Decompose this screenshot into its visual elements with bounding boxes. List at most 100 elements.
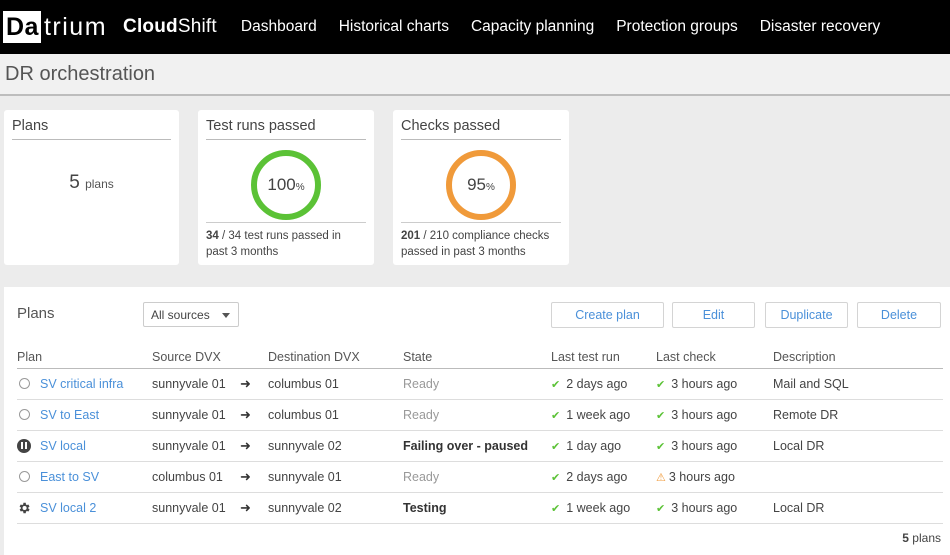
check-icon: ✔: [551, 440, 561, 453]
table-row[interactable]: SV local sunnyvale 01 ➜ sunnyvale 02 Failing…: [17, 430, 943, 462]
ring-percent-sign: %: [295, 182, 305, 193]
source-dvx: sunnyvale 01: [152, 368, 240, 400]
plan-state: Testing: [403, 492, 551, 524]
column-header-plan[interactable]: Plan: [17, 347, 152, 369]
destination-dvx: columbus 01: [268, 368, 403, 400]
check-icon: ✔: [551, 471, 561, 484]
nav-historical-charts[interactable]: Historical charts: [339, 18, 449, 36]
card-footer: 201 / 210 compliance checks passed in pa…: [401, 222, 561, 260]
plan-description: [773, 461, 943, 493]
column-header-description[interactable]: Description: [773, 347, 943, 369]
last-check-cell: ✔ 3 hours ago: [656, 368, 773, 400]
product-name-bold: Cloud: [123, 16, 178, 37]
nav-dashboard[interactable]: Dashboard: [241, 18, 317, 36]
plan-description: Local DR: [773, 430, 943, 462]
panel-title: Plans: [17, 305, 55, 322]
arrow-right-icon: ➜: [240, 461, 268, 493]
card-title: Plans: [12, 118, 171, 140]
test-runs-ring: 100%: [251, 150, 321, 220]
gear-icon[interactable]: [17, 501, 31, 515]
plan-name-link[interactable]: SV local 2: [40, 501, 96, 515]
last-check-cell: ✔ 3 hours ago: [656, 430, 773, 462]
arrow-right-icon: ➜: [240, 399, 268, 431]
circle-icon[interactable]: [17, 408, 31, 422]
nav-protection-groups[interactable]: Protection groups: [616, 18, 738, 36]
column-header-last-check[interactable]: Last check: [656, 347, 773, 369]
top-nav-bar: Da trium CloudShift Dashboard Historical…: [0, 0, 950, 54]
ring-percent-sign: %: [486, 182, 495, 193]
footer-text: / 210 compliance checks: [420, 230, 550, 242]
pause-icon[interactable]: [17, 438, 31, 453]
plans-count-unit: plans: [85, 177, 114, 191]
plans-table: Plan Source DVX Destination DVX State La…: [17, 347, 943, 524]
check-icon: ✔: [551, 378, 561, 391]
checks-ring: 95%: [446, 150, 516, 220]
table-header-row: Plan Source DVX Destination DVX State La…: [17, 347, 943, 369]
plan-name-link[interactable]: SV to East: [40, 408, 99, 422]
arrow-right-icon: ➜: [240, 492, 268, 524]
check-icon: ✔: [656, 378, 666, 391]
create-plan-button[interactable]: Create plan: [551, 302, 664, 328]
column-header-state[interactable]: State: [403, 347, 551, 369]
plan-state: Failing over - paused: [403, 430, 551, 462]
last-check: 3 hours ago: [671, 438, 738, 453]
table-row[interactable]: SV critical infra sunnyvale 01 ➜ columbus 0…: [17, 368, 943, 400]
column-header-source[interactable]: Source DVX: [152, 347, 268, 369]
source-filter-dropdown[interactable]: All sources: [143, 302, 239, 327]
last-test-run: 1 week ago: [566, 500, 631, 515]
passed-count: 201: [401, 230, 421, 242]
plans-total-count: 5: [902, 531, 909, 545]
check-icon: ✔: [656, 409, 666, 422]
destination-dvx: sunnyvale 01: [268, 461, 403, 493]
table-row[interactable]: East to SV columbus 01 ➜ sunnyvale 01 Ready ✔…: [17, 461, 943, 493]
checks-card: Checks passed 95% 201 / 210 compliance c…: [393, 110, 569, 265]
plan-state: Ready: [403, 399, 551, 431]
last-test-run: 1 week ago: [566, 407, 631, 422]
source-dvx: sunnyvale 01: [152, 492, 240, 524]
last-test-run-cell: ✔ 2 days ago: [551, 461, 656, 493]
circle-icon[interactable]: [17, 377, 31, 391]
warning-icon: ⚠: [656, 471, 666, 484]
arrow-right-icon: ➜: [240, 368, 268, 400]
last-test-run-cell: ✔ 1 day ago: [551, 430, 656, 462]
last-check-cell: ⚠ 3 hours ago: [656, 461, 773, 493]
duplicate-button[interactable]: Duplicate: [765, 302, 848, 328]
plan-state: Ready: [403, 461, 551, 493]
source-dvx: columbus 01: [152, 461, 240, 493]
plan-cell: SV critical infra: [17, 368, 152, 400]
page-header: DR orchestration: [0, 54, 950, 96]
circle-icon[interactable]: [17, 470, 31, 484]
edit-button[interactable]: Edit: [672, 302, 755, 328]
source-dvx: sunnyvale 01: [152, 430, 240, 462]
table-row[interactable]: SV local 2 sunnyvale 01 ➜ sunnyvale 02 Testi…: [17, 492, 943, 524]
table-row[interactable]: SV to East sunnyvale 01 ➜ columbus 01 Ready ✔…: [17, 399, 943, 431]
plans-total: 5 plans: [902, 531, 941, 545]
plan-state: Ready: [403, 368, 551, 400]
logo-mark: Da: [3, 11, 41, 43]
last-test-run: 2 days ago: [566, 376, 628, 391]
product-name: CloudShift: [123, 16, 217, 38]
last-test-run: 2 days ago: [566, 469, 628, 484]
logo-text: trium: [43, 12, 108, 41]
plan-name-link[interactable]: SV critical infra: [40, 377, 123, 391]
arrow-right-icon: ➜: [240, 430, 268, 462]
main-nav: Dashboard Historical charts Capacity pla…: [241, 18, 902, 36]
check-icon: ✔: [656, 440, 666, 453]
nav-capacity-planning[interactable]: Capacity planning: [471, 18, 594, 36]
plan-name-link[interactable]: East to SV: [40, 470, 99, 484]
destination-dvx: sunnyvale 02: [268, 430, 403, 462]
datrium-logo[interactable]: Da trium: [3, 10, 107, 44]
column-header-last-test-run[interactable]: Last test run: [551, 347, 656, 369]
plan-cell: SV to East: [17, 399, 152, 431]
plan-name-link[interactable]: SV local: [40, 439, 86, 453]
plan-cell: SV local: [17, 430, 152, 462]
column-header-destination[interactable]: Destination DVX: [268, 347, 403, 369]
product-name-rest: Shift: [177, 16, 217, 37]
footer-text-2: passed in past 3 months: [401, 246, 526, 258]
last-test-run-cell: ✔ 1 week ago: [551, 492, 656, 524]
plans-total-unit: plans: [908, 531, 941, 545]
nav-disaster-recovery[interactable]: Disaster recovery: [760, 18, 881, 36]
delete-button[interactable]: Delete: [857, 302, 941, 328]
chevron-down-icon: [222, 313, 230, 318]
plans-count: 5 plans: [4, 172, 179, 194]
